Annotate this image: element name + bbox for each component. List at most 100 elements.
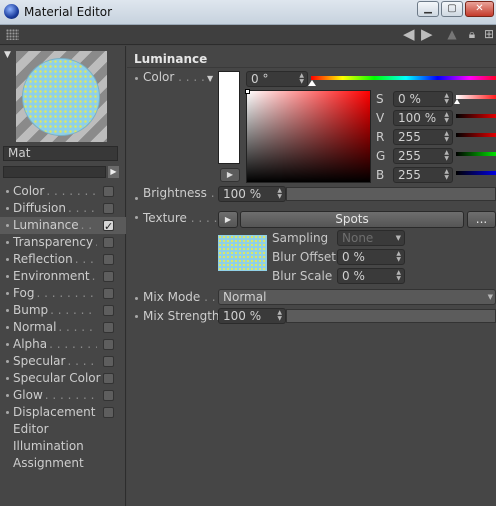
section-divider xyxy=(127,67,496,68)
window-title: Material Editor xyxy=(24,5,113,19)
color-dropdown-arrow-icon[interactable]: ▼ xyxy=(207,74,213,83)
lock-icon[interactable]: 🔒︎ xyxy=(465,27,479,41)
channel-slider-marker[interactable] xyxy=(454,99,460,104)
hue-marker[interactable] xyxy=(308,80,316,86)
channel-checkbox[interactable] xyxy=(103,356,114,367)
channel-bullet xyxy=(6,411,9,414)
channel-bullet xyxy=(6,207,9,210)
channel-checkbox[interactable] xyxy=(103,254,114,265)
hue-field[interactable]: 0 ° ▲ ▼ xyxy=(246,71,308,87)
picker-marker[interactable] xyxy=(245,89,250,94)
channel-item[interactable]: . . . . . . . . . . . . . . . .Color xyxy=(0,183,126,200)
maximize-button[interactable]: ▢ xyxy=(441,1,463,17)
color-channel-slider[interactable] xyxy=(456,171,496,175)
grip-icon[interactable] xyxy=(6,29,19,40)
channel-checkbox[interactable] xyxy=(103,322,114,333)
blur-scale-label: Blur Scale xyxy=(272,269,333,283)
channel-letter: G xyxy=(376,149,386,163)
brightness-slider[interactable] xyxy=(286,187,496,201)
brightness-field[interactable]: 100 % ▲ ▼ xyxy=(218,186,286,202)
channel-checkbox[interactable] xyxy=(103,186,114,197)
channel-item[interactable]: . . . . . . . . . . . . . . . .Bump xyxy=(0,302,126,319)
channel-item[interactable]: . . . . . . . . . . . . . . . .Reflectio… xyxy=(0,251,126,268)
mix-strength-field[interactable]: 100 % ▲ ▼ xyxy=(218,308,286,324)
channel-letter: V xyxy=(376,111,385,125)
color-channel-field[interactable]: 0 % ▲ ▼ xyxy=(393,91,453,107)
minimize-icon: ▁ xyxy=(424,3,432,14)
preview-sphere xyxy=(22,58,100,136)
mix-mode-dropdown[interactable]: Normal ▼ xyxy=(218,289,496,305)
channel-label: Specular xyxy=(13,354,66,368)
channel-letter: S xyxy=(376,92,384,106)
channel-item[interactable]: . . . . . . . . . . . . . . . .Displacem… xyxy=(0,404,126,421)
channel-item[interactable]: . . . . . . . . . . . . . . . .Specular … xyxy=(0,370,126,387)
channel-bullet xyxy=(6,190,9,193)
preview-menu-arrow-icon[interactable]: ▼ xyxy=(4,50,11,60)
mix-mode-bullet xyxy=(135,297,138,300)
brightness-label: Brightness . . xyxy=(143,186,223,200)
color-channel-field[interactable]: 255 ▲ ▼ xyxy=(393,129,453,145)
channel-leader: . . . . . . . . . . . . . . . . xyxy=(44,388,97,402)
channel-bullet xyxy=(6,309,9,312)
channel-item[interactable]: . . . . . . . . . . . . . . . .Fog xyxy=(0,285,126,302)
color-channel-field[interactable]: 255 ▲ ▼ xyxy=(393,167,453,183)
blur-offset-field[interactable]: 0 % ▲ ▼ xyxy=(337,249,405,265)
texture-menu-button[interactable]: ▶ xyxy=(218,211,238,228)
channel-checkbox[interactable] xyxy=(103,407,114,418)
color-swatch[interactable] xyxy=(218,71,240,164)
texture-thumbnail[interactable] xyxy=(218,235,267,271)
channel-checkbox[interactable] xyxy=(103,390,114,401)
channel-checkbox[interactable] xyxy=(103,373,114,384)
properties-panel: Luminance Color . . . . . ▼ ▶ 0 ° ▲ ▼ S 0 %… xyxy=(127,46,496,506)
channel-item[interactable]: . . . . . . . . . . . . . . . .Alpha xyxy=(0,336,126,353)
channel-item[interactable]: . . . . . . . . . . . . . . . .Specular xyxy=(0,353,126,370)
channel-label: Glow xyxy=(13,388,43,402)
channel-item[interactable]: . . . . . . . . . . . . . . . .Glow xyxy=(0,387,126,404)
channel-label: Bump xyxy=(13,303,49,317)
blur-scale-field[interactable]: 0 % ▲ ▼ xyxy=(337,268,405,284)
forward-arrow-icon[interactable]: ▶ xyxy=(421,26,433,43)
maximize-icon: ▢ xyxy=(447,3,457,14)
channel-item[interactable]: . . . . . . . . . . . . . . . .Environme… xyxy=(0,268,126,285)
material-layer-bar[interactable] xyxy=(3,166,106,178)
color-channel-field[interactable]: 100 % ▲ ▼ xyxy=(393,110,453,126)
back-arrow-icon[interactable]: ◀ xyxy=(403,26,415,43)
panel-item[interactable]: Assignment xyxy=(0,455,126,472)
texture-browse-button[interactable]: ... xyxy=(467,211,496,228)
sampling-dropdown[interactable]: None ▼ xyxy=(337,230,405,246)
channel-checkbox[interactable] xyxy=(103,218,114,235)
layer-expand-arrow-icon[interactable]: ▶ xyxy=(108,166,119,178)
new-window-icon[interactable]: ⊞ xyxy=(482,27,496,41)
color-channel-slider[interactable] xyxy=(456,133,496,137)
hue-slider[interactable] xyxy=(311,76,496,80)
material-name-field[interactable]: Mat xyxy=(3,146,118,161)
color-channel-slider[interactable] xyxy=(456,95,496,99)
material-preview[interactable] xyxy=(16,51,107,142)
close-button[interactable]: ✕ xyxy=(465,1,494,17)
channel-item[interactable]: . . . . . . . . . . . . . . . .Normal xyxy=(0,319,126,336)
color-channel-slider[interactable] xyxy=(456,152,496,156)
channel-checkbox[interactable] xyxy=(103,339,114,350)
mix-strength-slider[interactable] xyxy=(286,309,496,323)
color-picker-area[interactable] xyxy=(245,89,371,183)
color-channel-field[interactable]: 255 ▲ ▼ xyxy=(393,148,453,164)
close-icon: ✕ xyxy=(475,3,484,14)
color-channel-slider[interactable] xyxy=(456,114,496,118)
minimize-button[interactable]: ▁ xyxy=(417,1,439,17)
up-arrow-icon[interactable]: ▲ xyxy=(445,27,459,41)
channel-bullet xyxy=(6,241,9,244)
swatch-expand-button[interactable]: ▶ xyxy=(220,168,240,182)
channel-item[interactable]: . . . . . . . . . . . . . . . .Diffusion xyxy=(0,200,126,217)
mix-strength-label: Mix Strength xyxy=(143,309,220,323)
channel-checkbox[interactable] xyxy=(103,288,114,299)
channel-bullet xyxy=(6,224,9,227)
panel-item[interactable]: Editor xyxy=(0,421,126,438)
channel-checkbox[interactable] xyxy=(103,305,114,316)
panel-item[interactable]: Illumination xyxy=(0,438,126,455)
channel-checkbox[interactable] xyxy=(103,271,114,282)
channel-checkbox[interactable] xyxy=(103,203,114,214)
channel-item[interactable]: . . . . . . . . . . . . . . . .Transpare… xyxy=(0,234,126,251)
channel-item[interactable]: . . . . . . . . . . . . . . . .Luminance xyxy=(0,217,126,235)
texture-name-button[interactable]: Spots xyxy=(240,211,464,228)
channel-checkbox[interactable] xyxy=(103,237,114,248)
